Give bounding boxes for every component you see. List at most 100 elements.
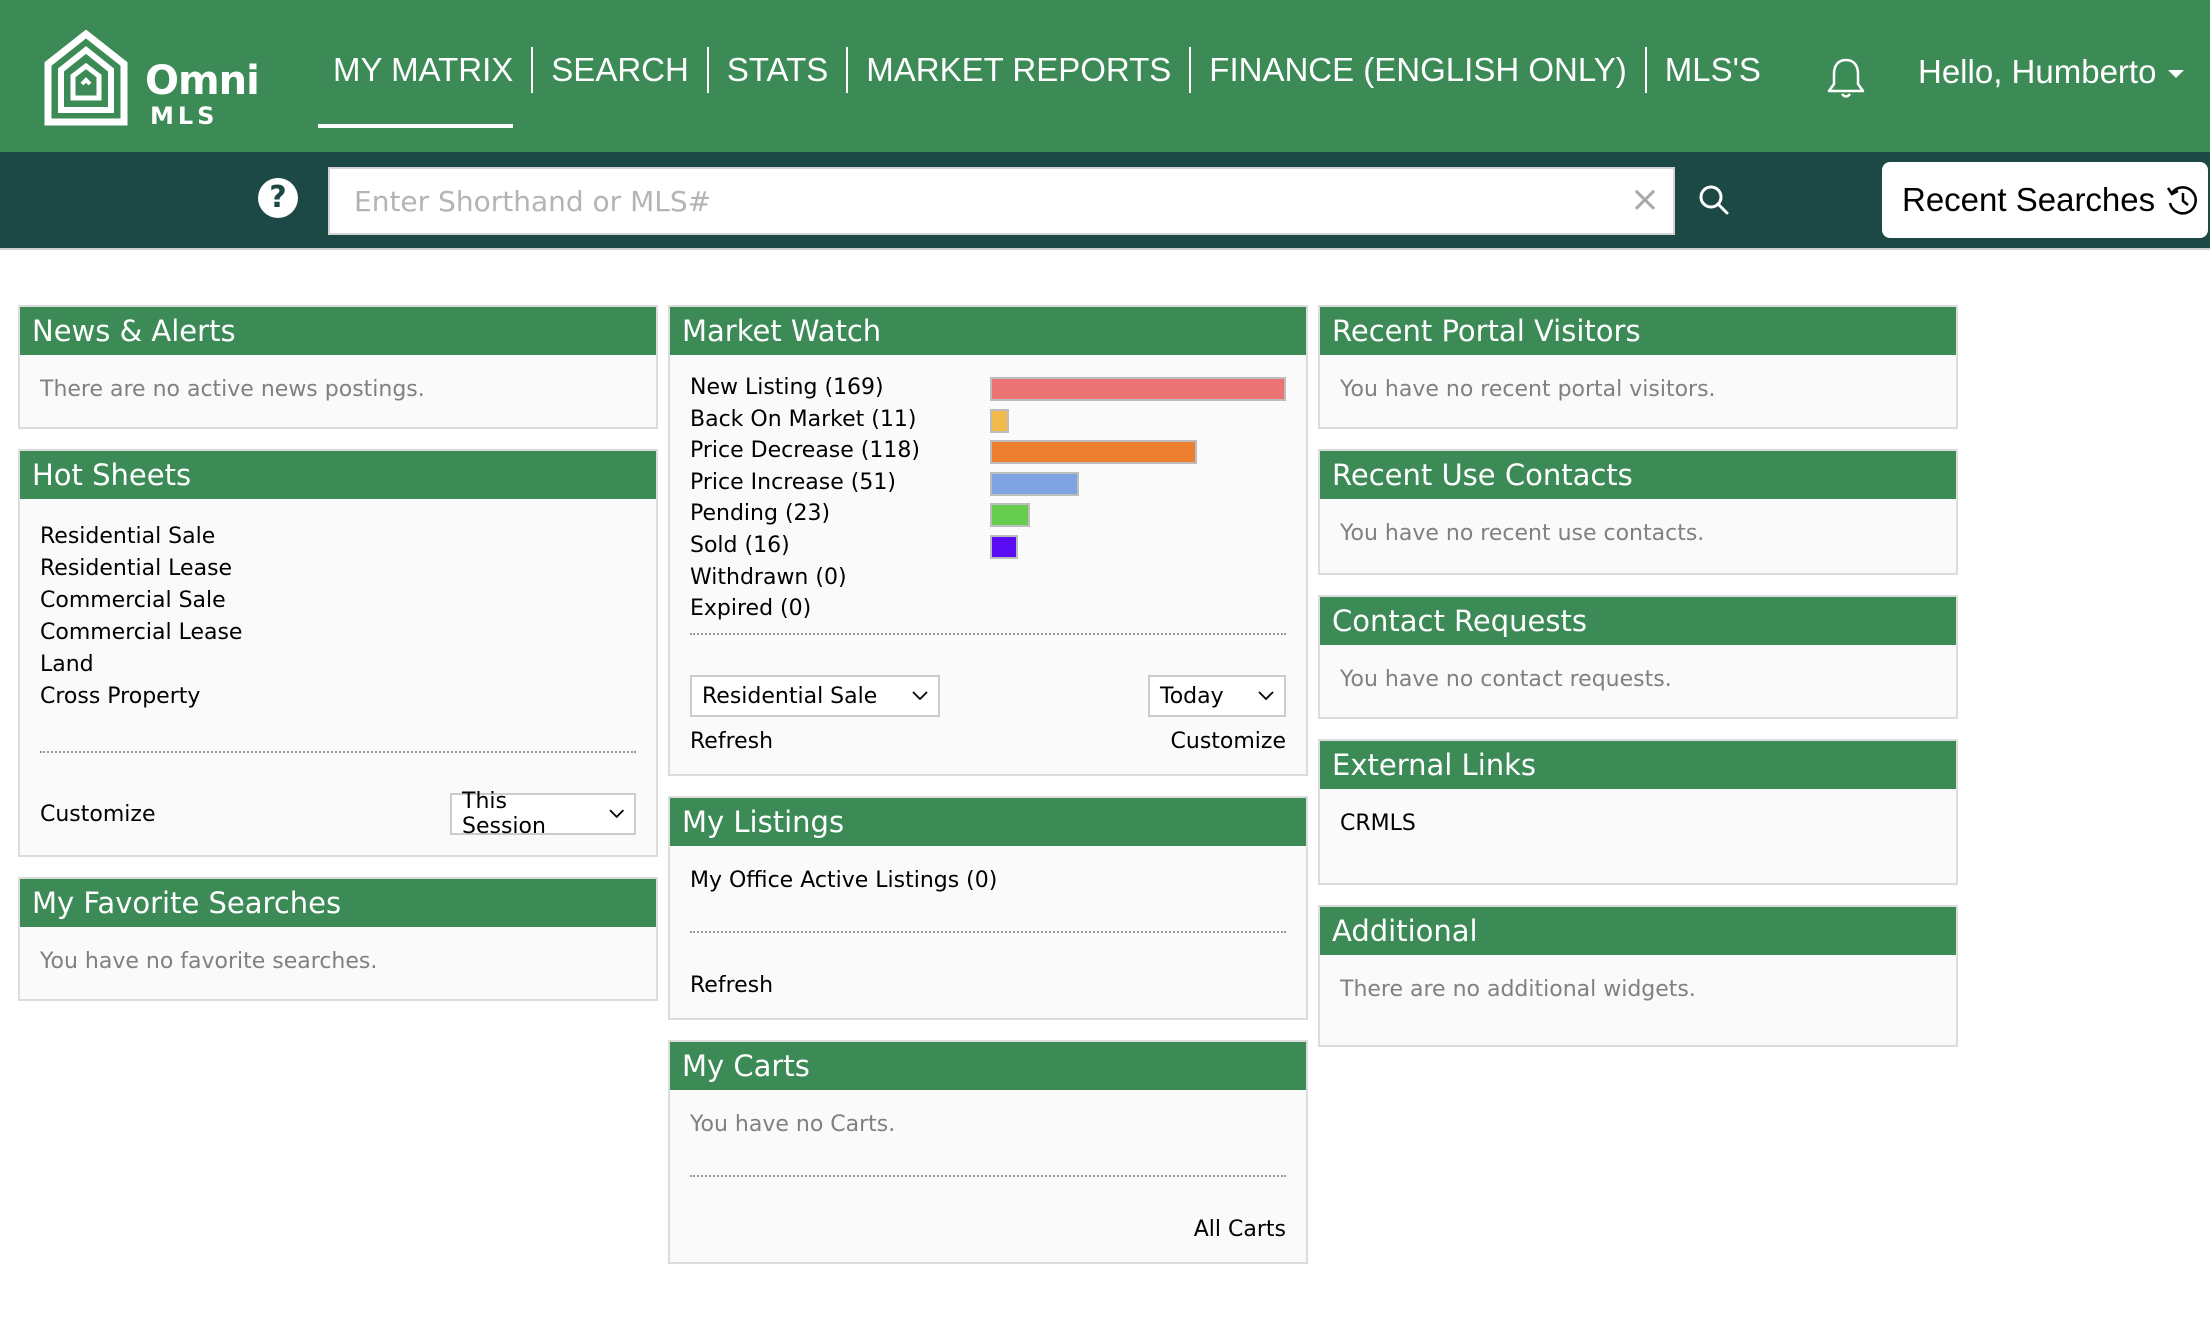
market-watch-label[interactable]: Back On Market (11): [690, 407, 916, 432]
empty-message: You have no favorite searches.: [40, 949, 378, 974]
history-icon: [2167, 186, 2198, 215]
market-watch-widget: Market Watch New Listing (169) Back On Ma…: [668, 305, 1308, 776]
additional-widget: Additional There are no additional widge…: [1318, 905, 1958, 1047]
search-bar: ? × Recent Searches: [0, 152, 2210, 250]
empty-message: You have no recent portal visitors.: [1340, 377, 1716, 402]
widget-title: Recent Portal Visitors: [1320, 307, 1956, 355]
widget-title: Recent Use Contacts: [1320, 451, 1956, 499]
divider: [690, 1175, 1286, 1177]
external-link-crmls[interactable]: CRMLS: [1340, 811, 1936, 836]
market-watch-bar[interactable]: [990, 535, 1019, 559]
my-listings-widget: My Listings My Office Active Listings (0…: [668, 796, 1308, 1020]
market-watch-bar[interactable]: [990, 408, 1010, 433]
left-column: News & Alerts There are no active news p…: [18, 305, 658, 1021]
hot-sheets-widget: Hot Sheets Residential Sale Residential …: [18, 449, 658, 857]
nav-divider: [1189, 47, 1192, 93]
all-carts-link[interactable]: All Carts: [1194, 1217, 1286, 1242]
property-type-select[interactable]: Residential Sale: [690, 675, 940, 717]
widget-title: Additional: [1320, 907, 1956, 955]
portal-visitors-widget: Recent Portal Visitors You have no recen…: [1318, 305, 1958, 429]
contact-requests-widget: Contact Requests You have no contact req…: [1318, 595, 1958, 719]
my-carts-widget: My Carts You have no Carts. All Carts: [668, 1040, 1308, 1264]
widget-title: External Links: [1320, 741, 1956, 789]
refresh-link[interactable]: Refresh: [690, 973, 773, 998]
nav-finance[interactable]: FINANCE (ENGLISH ONLY): [1209, 40, 1626, 100]
widget-title: News & Alerts: [20, 307, 656, 355]
market-watch-bar[interactable]: [990, 440, 1197, 465]
nav-stats[interactable]: STATS: [727, 40, 828, 100]
customize-link[interactable]: Customize: [1171, 729, 1286, 754]
selected-value: Residential Sale: [702, 683, 878, 709]
shorthand-search-input[interactable]: [328, 167, 1675, 235]
notification-bell-icon[interactable]: [1826, 56, 1866, 100]
empty-message: You have no contact requests.: [1340, 667, 1672, 692]
selected-value: Today: [1160, 683, 1224, 709]
widget-title: My Favorite Searches: [20, 879, 656, 927]
main-nav: MY MATRIX SEARCH STATS MARKET REPORTS FI…: [318, 40, 1761, 128]
market-watch-label[interactable]: Withdrawn (0): [690, 565, 847, 590]
market-watch-label[interactable]: Sold (16): [690, 533, 790, 558]
market-watch-label[interactable]: Price Increase (51): [690, 470, 896, 495]
market-watch-chart: New Listing (169) Back On Market (11) Pric…: [690, 375, 1286, 627]
logo-wordmark: Omni: [145, 58, 260, 104]
news-alerts-widget: News & Alerts There are no active news p…: [18, 305, 658, 429]
widget-title: My Carts: [670, 1042, 1306, 1090]
recent-contacts-widget: Recent Use Contacts You have no recent u…: [1318, 449, 1958, 575]
nav-search[interactable]: SEARCH: [551, 40, 689, 100]
user-menu[interactable]: Hello, Humberto: [1918, 48, 2185, 96]
chevron-down-icon: [608, 809, 624, 819]
widget-title: Market Watch: [670, 307, 1306, 355]
period-select[interactable]: Today: [1148, 675, 1286, 717]
favorite-searches-widget: My Favorite Searches You have no favorit…: [18, 877, 658, 1001]
market-watch-bar[interactable]: [990, 471, 1080, 496]
middle-column: Market Watch New Listing (169) Back On Ma…: [668, 305, 1308, 1284]
nav-divider: [846, 47, 849, 93]
divider: [690, 633, 1286, 635]
nav-market-reports[interactable]: MARKET REPORTS: [866, 40, 1171, 100]
nav-divider: [1644, 47, 1647, 93]
nav-my-matrix[interactable]: MY MATRIX: [318, 40, 514, 128]
divider: [40, 751, 636, 753]
market-watch-label[interactable]: Pending (23): [690, 501, 830, 526]
hot-sheet-item[interactable]: Residential Sale: [40, 521, 636, 553]
hot-sheets-period-select[interactable]: This Session: [450, 789, 636, 839]
search-icon[interactable]: [1696, 182, 1732, 218]
empty-message: There are no active news postings.: [40, 377, 425, 402]
hot-sheet-item[interactable]: Commercial Sale: [40, 585, 636, 617]
clear-search-icon[interactable]: ×: [1625, 180, 1665, 220]
market-watch-bar[interactable]: [990, 503, 1031, 528]
top-navigation-bar: Omni MLS MY MATRIX SEARCH STATS MARKET R…: [0, 0, 2210, 152]
market-watch-bar[interactable]: [990, 377, 1286, 401]
recent-searches-label: Recent Searches: [1902, 181, 2156, 218]
divider: [690, 931, 1286, 933]
empty-message: You have no recent use contacts.: [1340, 521, 1705, 546]
help-icon[interactable]: ?: [258, 178, 298, 218]
logo-subtitle: MLS: [150, 102, 219, 130]
nav-divider: [706, 47, 709, 93]
hot-sheet-item[interactable]: Land: [40, 649, 636, 681]
market-watch-label[interactable]: Expired (0): [690, 596, 811, 621]
office-active-listings-link[interactable]: My Office Active Listings (0): [690, 868, 1286, 893]
widget-title: My Listings: [670, 798, 1306, 846]
house-logo-icon: [44, 30, 128, 126]
widget-title: Hot Sheets: [20, 451, 656, 499]
empty-message: You have no Carts.: [690, 1112, 896, 1137]
market-watch-label[interactable]: Price Decrease (118): [690, 438, 920, 463]
right-column: Recent Portal Visitors You have no recen…: [1318, 305, 1958, 1067]
customize-link[interactable]: Customize: [40, 802, 155, 827]
selected-value: This Session: [462, 789, 546, 839]
chevron-down-icon: [912, 691, 928, 701]
refresh-link[interactable]: Refresh: [690, 729, 773, 754]
nav-divider: [531, 47, 534, 93]
market-watch-label[interactable]: New Listing (169): [690, 375, 884, 400]
widget-title: Contact Requests: [1320, 597, 1956, 645]
omni-mls-logo[interactable]: Omni MLS: [42, 30, 262, 130]
hot-sheet-item[interactable]: Commercial Lease: [40, 617, 636, 649]
hot-sheet-item[interactable]: Residential Lease: [40, 553, 636, 585]
hot-sheets-list: Residential Sale Residential Lease Comme…: [40, 521, 636, 713]
hot-sheet-item[interactable]: Cross Property: [40, 681, 636, 713]
user-greeting: Hello, Humberto: [1918, 53, 2157, 90]
external-links-widget: External Links CRMLS: [1318, 739, 1958, 885]
nav-mlss[interactable]: MLS'S: [1665, 40, 1761, 100]
recent-searches-button[interactable]: Recent Searches: [1882, 162, 2208, 238]
